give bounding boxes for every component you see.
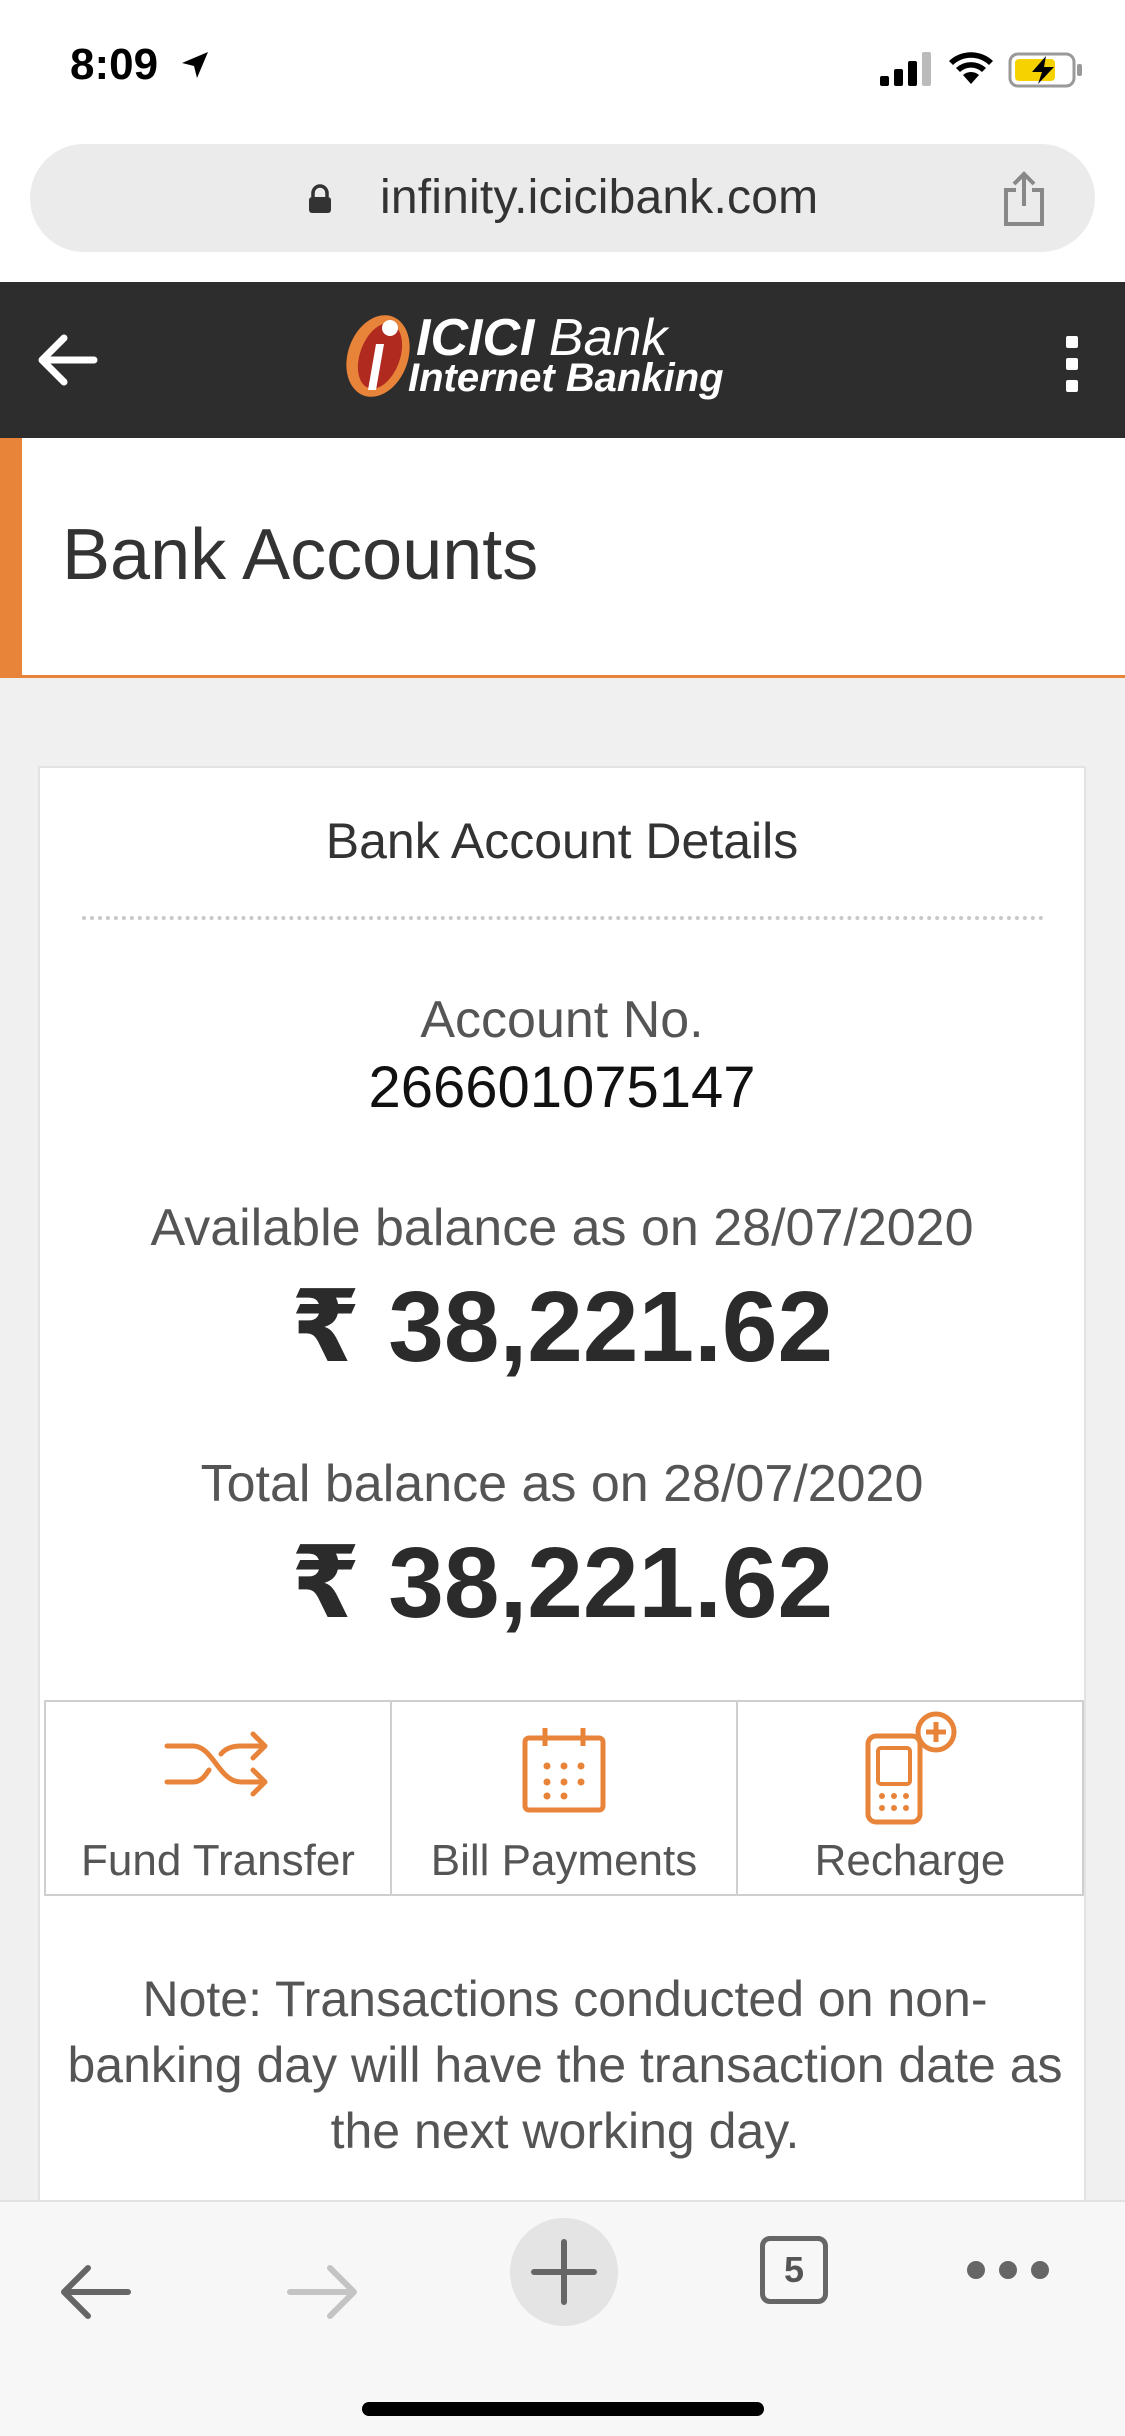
browser-toolbar: 5 (0, 2200, 1125, 2436)
more-horizontal-icon[interactable] (966, 2258, 1050, 2282)
plus-icon (531, 2239, 597, 2305)
account-number: 266601075147 (368, 1055, 756, 1120)
page-title: Bank Accounts (62, 515, 539, 595)
wifi-icon (949, 52, 993, 84)
available-balance-amount: ₹ 38,221.62 (290, 1271, 834, 1383)
cellular-signal-icon (880, 52, 931, 86)
address-bar[interactable]: infinity.icicibank.com (30, 144, 1095, 252)
icici-logo-mark-icon (346, 315, 410, 397)
transaction-note: Note: Transactions conducted on non-bank… (67, 1971, 1063, 2159)
mobile-recharge-icon (865, 1711, 957, 1825)
home-indicator (362, 2402, 764, 2416)
tab-switcher-button[interactable]: 5 (760, 2236, 828, 2304)
back-arrow-icon[interactable] (34, 332, 98, 388)
title-accent-bar (0, 438, 22, 678)
card-title: Bank Account Details (325, 813, 799, 869)
battery-charging-icon (1008, 52, 1082, 88)
share-icon[interactable] (1000, 170, 1048, 228)
account-number-label: Account No. (420, 991, 704, 1049)
total-balance-label: Total balance as on 28/07/2020 (200, 1455, 924, 1513)
more-vertical-icon[interactable] (1064, 336, 1080, 392)
status-time: 8:09 (70, 40, 159, 89)
dotted-divider (82, 916, 1044, 920)
icici-logo: ICICI Bank Internet Banking (338, 300, 798, 420)
browser-address-area: infinity.icicibank.com (0, 140, 1125, 282)
calendar-icon (522, 1728, 606, 1813)
page-title-bar: Bank Accounts (0, 438, 1125, 678)
bill-payments-label: Bill Payments (430, 1836, 698, 1885)
new-tab-button[interactable] (510, 2218, 618, 2326)
logo-subtitle: Internet Banking (408, 356, 724, 400)
location-arrow-icon (182, 52, 208, 78)
lock-icon (309, 184, 331, 213)
app-header: ICICI Bank Internet Banking (0, 282, 1125, 438)
shuffle-icon (164, 1731, 268, 1797)
quick-actions: Fund Transfer Bill Payments Recharge (44, 1700, 1084, 1896)
browser-forward-icon[interactable] (286, 2262, 362, 2322)
status-bar: 8:09 (0, 0, 1125, 140)
recharge-button[interactable]: Recharge (738, 1702, 1082, 1894)
account-details-card: Bank Account Details Account No. 2666010… (38, 766, 1086, 2206)
fund-transfer-label: Fund Transfer (81, 1836, 355, 1885)
browser-back-icon[interactable] (56, 2262, 132, 2322)
bill-payments-button[interactable]: Bill Payments (392, 1702, 738, 1894)
available-balance-label: Available balance as on 28/07/2020 (150, 1199, 974, 1257)
total-balance-amount: ₹ 38,221.62 (290, 1527, 834, 1639)
recharge-label: Recharge (814, 1836, 1006, 1885)
fund-transfer-button[interactable]: Fund Transfer (46, 1702, 392, 1894)
url-text: infinity.icicibank.com (380, 171, 819, 224)
